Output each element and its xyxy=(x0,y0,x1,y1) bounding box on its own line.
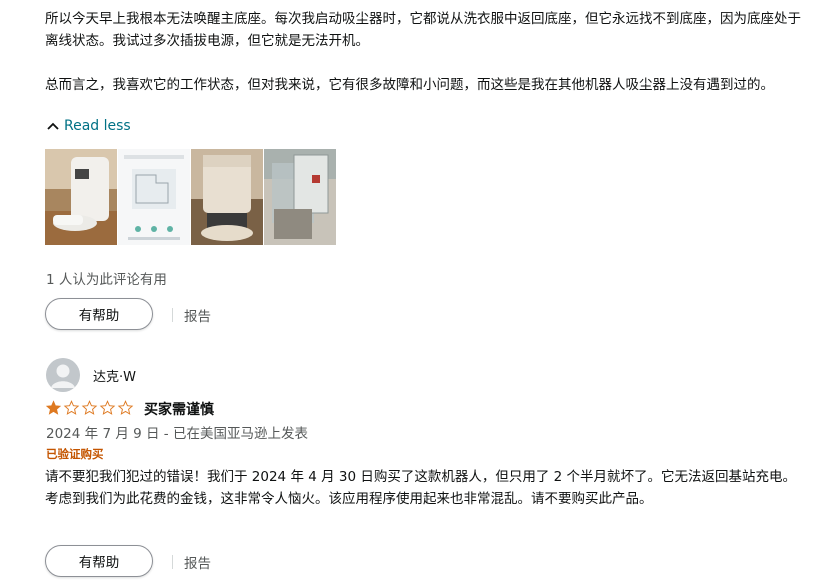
review-image-thumbnail[interactable] xyxy=(191,149,263,245)
review-image-thumbnail[interactable] xyxy=(45,149,117,245)
read-less-label: Read less xyxy=(64,118,131,134)
star-empty-icon xyxy=(117,400,134,415)
avatar xyxy=(46,358,80,392)
chevron-up-icon xyxy=(47,122,59,130)
helpful-button[interactable]: 有帮助 xyxy=(45,545,153,577)
user-silhouette-icon xyxy=(46,358,80,392)
star-empty-icon xyxy=(99,400,116,415)
star-rating[interactable] xyxy=(45,400,134,416)
review-title[interactable]: 买家需谨慎 xyxy=(144,399,214,419)
star-empty-icon xyxy=(81,400,98,415)
read-less-link[interactable]: Read less xyxy=(46,118,131,134)
review-image-thumbnail[interactable] xyxy=(264,149,336,245)
review-image-gallery xyxy=(45,149,336,245)
helpful-count: 1 人认为此评论有用 xyxy=(46,272,167,288)
review-image-thumbnail[interactable] xyxy=(118,149,190,245)
report-link[interactable]: 报告 xyxy=(184,552,211,572)
review-text: 请不要犯我们犯过的错误！我们于 2024 年 4 月 30 日购买了这款机器人，… xyxy=(45,469,797,507)
star-empty-icon xyxy=(63,400,80,415)
helpful-button[interactable]: 有帮助 xyxy=(45,298,153,330)
review-text-paragraph-1: 所以今天早上我根本无法唤醒主底座。每次我启动吸尘器时，它都说从洗衣服中返回底座，… xyxy=(45,11,801,49)
report-link[interactable]: 报告 xyxy=(184,305,211,325)
divider xyxy=(172,308,173,322)
reviewer-name: 达克·W xyxy=(93,370,136,385)
divider xyxy=(172,555,173,569)
verified-purchase-badge: 已验证购买 xyxy=(46,447,104,461)
star-filled-icon xyxy=(45,400,62,415)
review-text-paragraph-2: 总而言之，我喜欢它的工作状态，但对我来说，它有很多故障和小问题，而这些是我在其他… xyxy=(45,77,774,93)
review-date: 2024 年 7 月 9 日 - 已在美国亚马逊上发表 xyxy=(46,426,308,442)
